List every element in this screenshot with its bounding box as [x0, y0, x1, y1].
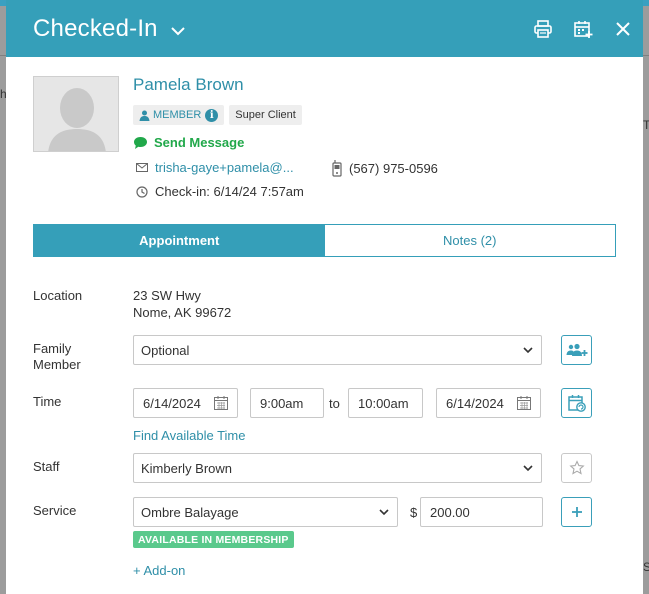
family-member-value: Optional [141, 342, 190, 358]
tab-appointment[interactable]: Appointment [34, 225, 325, 256]
service-label: Service [33, 503, 77, 518]
chevron-down-icon [523, 347, 533, 354]
modal-title: Checked-In [33, 14, 158, 42]
print-button[interactable] [523, 9, 563, 49]
client-badges: MEMBER i Super Client [133, 105, 302, 125]
send-message-link[interactable]: Send Message [133, 135, 244, 150]
add-service-button[interactable] [561, 497, 592, 527]
plus-icon [571, 507, 582, 517]
info-icon[interactable]: i [205, 108, 219, 122]
calendar-plus-icon [574, 20, 593, 38]
client-phone-text: (567) 975-0596 [349, 161, 438, 176]
background-text: T [643, 118, 649, 132]
mobile-phone-icon [332, 160, 342, 177]
client-email-text: trisha-gaye+pamela@... [155, 160, 294, 175]
start-time-value: 9:00am [260, 395, 304, 411]
client-name[interactable]: Pamela Brown [133, 75, 244, 95]
checkin-modal: Checked-In Pamela Brown MEMBER i Super C… [6, 0, 643, 594]
staff-select[interactable]: Kimberly Brown [133, 453, 542, 483]
client-phone[interactable]: (567) 975-0596 [332, 160, 438, 177]
background-text: S [643, 560, 649, 574]
chevron-down-icon[interactable] [170, 23, 186, 39]
modal-header: Checked-In [6, 0, 643, 57]
checkin-time-text: Check-in: 6/14/24 7:57am [155, 184, 304, 199]
location-label: Location [33, 288, 83, 303]
start-date-value: 6/14/2024 [143, 395, 201, 411]
family-member-label-2: Member [33, 357, 81, 372]
close-button[interactable] [603, 9, 643, 49]
background-divider [643, 55, 649, 56]
avatar [33, 76, 119, 152]
currency-symbol: $ [410, 505, 418, 520]
close-icon [616, 21, 630, 36]
member-badge[interactable]: MEMBER i [133, 105, 225, 125]
favorite-staff-button[interactable] [561, 453, 592, 483]
find-available-time-link[interactable]: Find Available Time [133, 428, 246, 443]
end-time-value: 10:00am [358, 395, 409, 411]
end-date-value: 6/14/2024 [446, 395, 504, 411]
calendar-repeat-icon [567, 395, 586, 412]
tab-notes[interactable]: Notes (2) [324, 225, 615, 256]
to-label: to [329, 396, 340, 411]
service-value: Ombre Balayage [141, 504, 239, 520]
staff-label: Staff [33, 459, 60, 474]
envelope-icon [136, 163, 148, 172]
location-line-2: Nome, AK 99672 [133, 305, 232, 320]
clock-icon [136, 185, 148, 198]
location-line-1: 23 SW Hwy [133, 288, 201, 303]
time-label: Time [33, 394, 62, 409]
client-email[interactable]: trisha-gaye+pamela@... [136, 160, 294, 175]
add-on-link[interactable]: + Add-on [133, 563, 185, 578]
person-silhouette-icon [34, 77, 118, 151]
add-to-calendar-button[interactable] [563, 9, 603, 49]
checkin-time: Check-in: 6/14/24 7:57am [136, 184, 304, 199]
service-select[interactable]: Ombre Balayage [133, 497, 398, 527]
member-badge-label: MEMBER [153, 109, 202, 121]
client-profile: Pamela Brown MEMBER i Super Client Send … [6, 57, 643, 217]
end-time-input[interactable]: 10:00am [348, 388, 423, 418]
group-add-icon [566, 343, 587, 356]
calendar-icon[interactable] [214, 396, 228, 410]
chevron-down-icon [523, 465, 533, 472]
calendar-icon[interactable] [517, 396, 531, 410]
star-icon [568, 460, 585, 475]
family-member-label-1: Family [33, 341, 72, 356]
start-time-input[interactable]: 9:00am [250, 388, 324, 418]
header-actions [523, 0, 643, 57]
end-date-input[interactable]: 6/14/2024 [436, 388, 541, 418]
price-input[interactable]: 200.00 [420, 497, 543, 527]
price-value: 200.00 [430, 504, 470, 520]
client-tag: Super Client [229, 105, 302, 125]
staff-value: Kimberly Brown [141, 460, 233, 476]
printer-icon [534, 19, 552, 38]
add-family-member-button[interactable] [561, 335, 592, 365]
person-icon [139, 110, 150, 121]
chat-bubble-icon [134, 136, 147, 149]
send-message-label: Send Message [154, 135, 245, 150]
chevron-down-icon [379, 509, 389, 516]
membership-badge: AVAILABLE IN MEMBERSHIP [133, 531, 294, 548]
family-member-select[interactable]: Optional [133, 335, 542, 365]
modal-tabs: Appointment Notes (2) [33, 224, 616, 257]
start-date-input[interactable]: 6/14/2024 [133, 388, 238, 418]
recurring-appointment-button[interactable] [561, 388, 592, 418]
